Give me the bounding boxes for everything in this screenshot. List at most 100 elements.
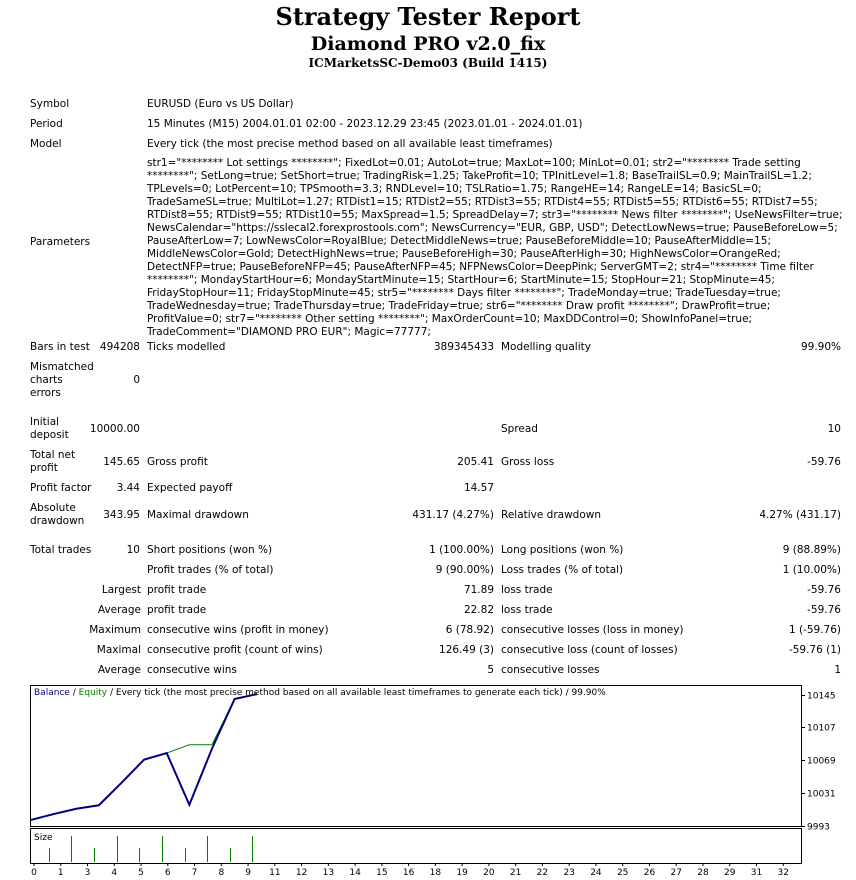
period-label: Period bbox=[30, 118, 63, 130]
balance-equity-chart: Balance / Equity / Every tick (the most … bbox=[30, 685, 836, 878]
quality-value: 99.90% bbox=[800, 341, 841, 353]
average-loss-value: -59.76 bbox=[807, 604, 841, 616]
chart-frame bbox=[30, 685, 802, 827]
maximal-label: Maximal bbox=[96, 644, 141, 656]
average-loss-label: loss trade bbox=[501, 604, 553, 616]
short-label: Short positions (won %) bbox=[147, 544, 273, 556]
largest-loss-label: loss trade bbox=[501, 584, 553, 596]
netprofit-label-2: profit bbox=[30, 462, 58, 474]
x-tick-label: 7 bbox=[192, 868, 198, 878]
absdd-label-2: drawdown bbox=[30, 515, 85, 527]
avg-cons-losses-value: 1 bbox=[834, 664, 841, 676]
ticks-label: Ticks modelled bbox=[147, 341, 226, 353]
profit-trades-label: Profit trades (% of total) bbox=[147, 564, 274, 576]
maxdd-label: Maximal drawdown bbox=[147, 509, 249, 521]
average-profit-label: profit trade bbox=[147, 604, 207, 616]
pf-value: 3.44 bbox=[116, 482, 140, 494]
x-tick-label: 3 bbox=[85, 868, 91, 878]
avg-cons-wins-label: consecutive wins bbox=[147, 664, 237, 676]
loss-trades-value: 1 (10.00%) bbox=[782, 564, 841, 576]
x-tick-label: 11 bbox=[269, 868, 280, 878]
average-profit-value: 22.82 bbox=[463, 604, 494, 616]
legend-description: / Every tick (the most precise method ba… bbox=[107, 688, 606, 698]
trades-value: 10 bbox=[126, 544, 140, 556]
y-tick-label: 10107 bbox=[807, 724, 836, 734]
mismatched-label-2: charts bbox=[30, 374, 63, 386]
initial-label-2: deposit bbox=[30, 429, 69, 441]
bars-value: 494208 bbox=[99, 341, 140, 353]
x-tick-label: 27 bbox=[670, 868, 681, 878]
y-tick-label: 10145 bbox=[807, 692, 836, 702]
period-value: 15 Minutes (M15) 2004.01.01 02:00 - 2023… bbox=[147, 118, 583, 130]
x-tick-label: 5 bbox=[138, 868, 144, 878]
largest-profit-value: 71.89 bbox=[463, 584, 494, 596]
x-tick-label: 6 bbox=[165, 868, 171, 878]
x-tick-label: 28 bbox=[697, 868, 709, 878]
loss-trades-label: Loss trades (% of total) bbox=[501, 564, 624, 576]
maxdd-value: 431.17 (4.27%) bbox=[412, 509, 494, 521]
chart-legend: Balance / Equity / Every tick (the most … bbox=[34, 688, 606, 698]
ticks-value: 389345433 bbox=[433, 341, 494, 353]
grossprofit-label: Gross profit bbox=[147, 456, 208, 468]
quality-label: Modelling quality bbox=[501, 341, 591, 353]
x-tick-label: 25 bbox=[617, 868, 628, 878]
max-cons-losses-value: 1 (-59.76) bbox=[788, 624, 841, 636]
average-label: Average bbox=[97, 604, 141, 616]
x-tick-label: 14 bbox=[349, 868, 361, 878]
netprofit-label-1: Total net bbox=[30, 449, 76, 461]
legend-balance: Balance bbox=[34, 688, 70, 698]
absdd-value: 343.95 bbox=[103, 509, 140, 521]
expected-value: 14.57 bbox=[463, 482, 494, 494]
long-label: Long positions (won %) bbox=[501, 544, 624, 556]
y-tick-label: 10069 bbox=[807, 757, 836, 767]
x-tick-label: 0 bbox=[31, 868, 37, 878]
largest-loss-value: -59.76 bbox=[807, 584, 841, 596]
reldd-label: Relative drawdown bbox=[501, 509, 602, 521]
x-tick-label: 19 bbox=[456, 868, 468, 878]
netprofit-value: 145.65 bbox=[103, 456, 140, 468]
x-tick-label: 24 bbox=[590, 868, 602, 878]
bars-label: Bars in test bbox=[30, 341, 90, 353]
x-tick-label: 20 bbox=[483, 868, 495, 878]
expected-label: Expected payoff bbox=[147, 482, 233, 494]
maxl-cons-loss-value: -59.76 (1) bbox=[788, 644, 841, 656]
x-tick-label: 32 bbox=[778, 868, 789, 878]
y-tick-label: 10031 bbox=[807, 790, 836, 800]
spread-label: Spread bbox=[501, 423, 538, 435]
symbol-value: EURUSD (Euro vs US Dollar) bbox=[147, 98, 294, 110]
avg-cons-losses-label: consecutive losses bbox=[501, 664, 600, 676]
grossprofit-value: 205.41 bbox=[457, 456, 494, 468]
y-tick-label: 9993 bbox=[807, 823, 830, 833]
x-tick-label: 21 bbox=[510, 868, 521, 878]
x-tick-label: 8 bbox=[218, 868, 224, 878]
legend-separator: / bbox=[70, 688, 79, 698]
parameters-value: str1="******** Lot settings ********"; F… bbox=[147, 157, 843, 338]
avg-cons-wins-value: 5 bbox=[487, 664, 494, 676]
report-title: Strategy Tester Report bbox=[275, 2, 581, 31]
spread-value: 10 bbox=[827, 423, 841, 435]
max-cons-losses-label: consecutive losses (loss in money) bbox=[501, 624, 684, 636]
size-label: Size bbox=[34, 833, 53, 843]
maxl-cons-profit-value: 126.49 (3) bbox=[439, 644, 494, 656]
x-tick-label: 12 bbox=[296, 868, 307, 878]
mismatched-value: 0 bbox=[133, 374, 140, 386]
average2-label: Average bbox=[97, 664, 141, 676]
legend-equity: Equity bbox=[79, 688, 108, 698]
x-tick-label: 9 bbox=[245, 868, 251, 878]
parameters-label: Parameters bbox=[30, 236, 91, 248]
short-value: 1 (100.00%) bbox=[429, 544, 494, 556]
grossloss-label: Gross loss bbox=[501, 456, 555, 468]
server-name: ICMarketsSC-Demo03 (Build 1415) bbox=[308, 56, 548, 70]
x-tick-label: 23 bbox=[563, 868, 574, 878]
model-value: Every tick (the most precise method base… bbox=[147, 138, 553, 150]
initial-value: 10000.00 bbox=[89, 423, 140, 435]
reldd-value: 4.27% (431.17) bbox=[759, 509, 841, 521]
x-tick-label: 1 bbox=[58, 868, 64, 878]
maximum-label: Maximum bbox=[89, 624, 141, 636]
profit-trades-value: 9 (90.00%) bbox=[435, 564, 494, 576]
x-tick-label: 29 bbox=[724, 868, 736, 878]
absdd-label-1: Absolute bbox=[30, 502, 76, 514]
maxl-cons-loss-label: consecutive loss (count of losses) bbox=[501, 644, 678, 656]
mismatched-label-3: errors bbox=[30, 387, 61, 399]
maxl-cons-profit-label: consecutive profit (count of wins) bbox=[147, 644, 323, 656]
